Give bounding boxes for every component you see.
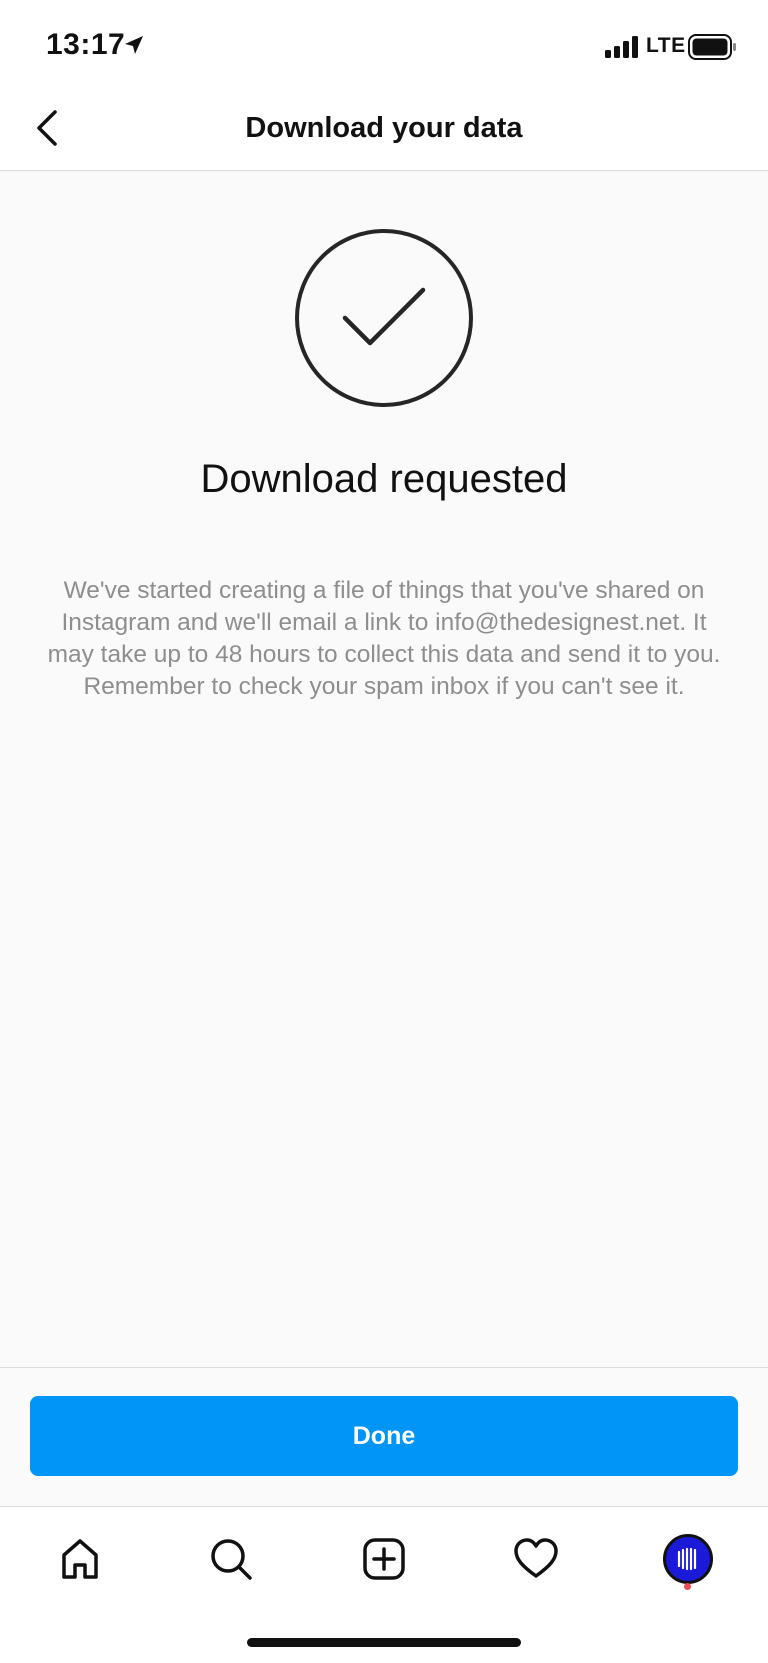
heart-icon: [514, 1538, 558, 1578]
page-title: Download your data: [245, 112, 523, 144]
notification-dot: [684, 1583, 691, 1590]
tab-activity[interactable]: [506, 1529, 566, 1589]
tab-profile[interactable]: [658, 1529, 718, 1589]
tab-search[interactable]: [201, 1529, 261, 1589]
search-icon: [211, 1539, 252, 1580]
status-time: 13:17: [46, 28, 126, 61]
home-icon: [62, 1539, 98, 1579]
tab-create[interactable]: [354, 1529, 414, 1589]
avatar-logo-icon: [677, 1547, 697, 1571]
profile-avatar: [663, 1534, 713, 1584]
tab-home[interactable]: [50, 1529, 110, 1589]
main-content: Download requested We've started creatin…: [0, 171, 768, 1367]
home-indicator: [247, 1638, 521, 1647]
location-arrow-icon: [125, 36, 143, 54]
check-circle-icon: [295, 229, 473, 407]
navigation-header: Download your data: [0, 90, 768, 171]
headline: Download requested: [200, 457, 568, 501]
network-label: LTE: [646, 34, 686, 57]
description-text: We've started creating a file of things …: [47, 577, 721, 700]
plus-square-icon: [363, 1538, 405, 1580]
signal-icon: [605, 36, 638, 58]
status-bar: 13:17 LTE: [0, 0, 768, 90]
footer-divider: [0, 1367, 768, 1368]
done-button[interactable]: Done: [30, 1396, 738, 1476]
battery-icon: [688, 34, 736, 60]
